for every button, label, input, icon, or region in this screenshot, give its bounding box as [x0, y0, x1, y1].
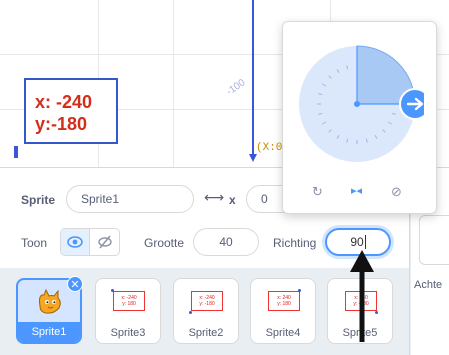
thumb-y-text: y: 180: [122, 301, 136, 307]
sprite-thumbnail: x: -240 y: 180: [113, 291, 145, 311]
sprite-label: Sprite: [21, 193, 56, 207]
horizontal-arrows-icon: ⟷: [204, 189, 225, 205]
position-dot: [375, 311, 378, 314]
direction-dial[interactable]: [299, 42, 424, 167]
backdrops-label: Achte: [414, 279, 443, 291]
direction-label: Richting: [273, 236, 317, 250]
dont-rotate-icon[interactable]: ⊘: [391, 184, 402, 200]
sprite-tile[interactable]: x: -240 y: 180 Sprite3: [95, 278, 161, 344]
sprite-name-input[interactable]: Sprite1: [66, 185, 194, 213]
rotate-all-around-icon[interactable]: ↻: [312, 184, 323, 200]
direction-handle[interactable]: [399, 88, 424, 120]
size-label: Grootte: [144, 236, 185, 250]
sprite-tile-name: Sprite2: [188, 327, 224, 339]
eye-icon: [67, 236, 83, 248]
thumb-y-text: y: 180: [277, 301, 291, 307]
coordinate-box: x: -240 y:-180: [24, 78, 118, 144]
origin-label: (X:0: [256, 142, 283, 154]
hide-button[interactable]: [90, 229, 119, 255]
left-right-icon[interactable]: ▸◂: [351, 184, 362, 197]
position-dot: [111, 289, 114, 292]
direction-popover: ↻ ▸◂ ⊘: [282, 21, 437, 214]
coord-x-text: x: -240: [35, 92, 93, 112]
size-input[interactable]: 40: [193, 228, 259, 256]
cat-sprite-icon: [39, 288, 61, 314]
x-axis-marker: [14, 146, 18, 158]
sprite-tile[interactable]: x: 240 y: 180 Sprite4: [250, 278, 316, 344]
eye-crossed-icon: [97, 235, 112, 249]
text-caret: [364, 235, 366, 249]
direction-value: 90: [350, 235, 364, 249]
stage-thumbnail[interactable]: [419, 215, 449, 265]
pointer-arrow-icon: [350, 250, 374, 342]
y-axis-arrow: [249, 154, 257, 162]
coord-y-text: y:-180: [35, 114, 88, 134]
ruler-label: -100: [224, 77, 248, 98]
show-label: Toon: [21, 236, 48, 250]
grid-line: [173, 0, 174, 167]
position-dot: [298, 289, 301, 292]
thumb-y-text: y: -180: [199, 301, 215, 307]
show-button[interactable]: [61, 229, 91, 255]
sprite-tile-name: Sprite4: [265, 327, 301, 339]
position-dot: [189, 311, 192, 314]
sprite-tile[interactable]: ✕ Sprite1: [16, 276, 83, 344]
sprite-tile-name: Sprite3: [110, 327, 146, 339]
sprite-thumbnail: x: -240 y: -180: [191, 291, 223, 311]
delete-sprite-button[interactable]: ✕: [67, 276, 83, 292]
sprite-tile[interactable]: x: -240 y: -180 Sprite2: [173, 278, 239, 344]
visibility-toggle: [60, 228, 120, 256]
x-label: x: [229, 193, 236, 207]
sprite-tile-name: Sprite1: [18, 322, 80, 342]
y-axis-line: [252, 0, 254, 160]
sprite-thumbnail: x: 240 y: 180: [268, 291, 300, 311]
dial-center: [354, 101, 360, 107]
